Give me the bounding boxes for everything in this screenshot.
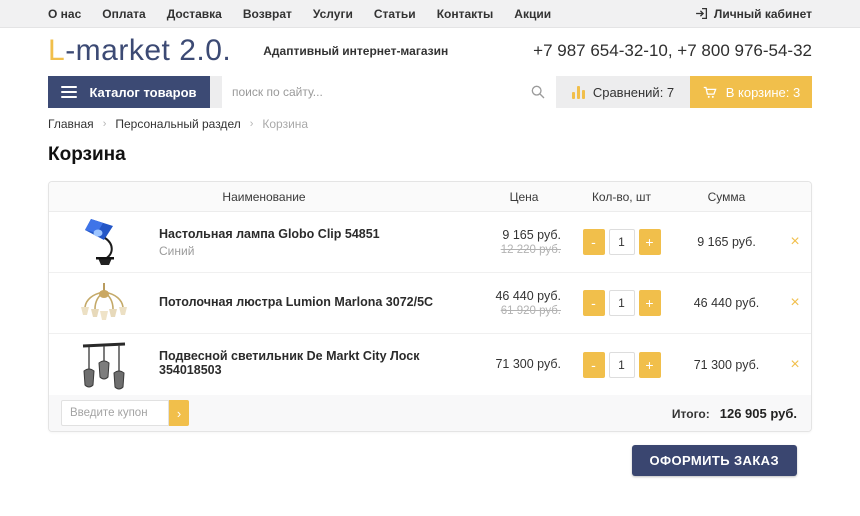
coupon-submit-button[interactable]: › (169, 400, 189, 426)
site-header: L-market 2.0. Адаптивный интернет-магази… (0, 28, 860, 74)
product-image-desk-lamp[interactable] (49, 217, 159, 267)
qty-increase-button[interactable]: + (639, 352, 661, 378)
site-tagline: Адаптивный интернет-магазин (263, 44, 448, 58)
coupon-input[interactable] (61, 400, 169, 426)
item-price: 71 300 руб. (479, 357, 561, 371)
remove-item-button[interactable]: × (790, 356, 799, 374)
login-icon (695, 7, 708, 20)
topnav-link-services[interactable]: Услуги (313, 7, 353, 21)
bar-chart-icon (572, 85, 585, 99)
topbar: О нас Оплата Доставка Возврат Услуги Ста… (0, 0, 860, 28)
page-title: Корзина (48, 144, 812, 166)
product-name-link[interactable]: Подвесной светильник De Markt City Лоск … (159, 349, 479, 377)
breadcrumb-current: Корзина (262, 117, 308, 131)
checkout-button[interactable]: ОФОРМИТЬ ЗАКАЗ (632, 445, 798, 476)
compare-count-label: Сравнений: 7 (593, 85, 674, 100)
column-header-name: Наименование (49, 190, 479, 204)
cart-footer: › Итого: 126 905 руб. (49, 395, 811, 431)
topnav-link-contacts[interactable]: Контакты (437, 7, 494, 21)
breadcrumb-separator: › (250, 118, 254, 130)
item-sum: 9 165 руб. (674, 235, 779, 249)
cart-item-row: Потолочная люстра Lumion Marlona 3072/5C… (49, 273, 811, 334)
product-image-chandelier[interactable] (49, 282, 159, 324)
breadcrumb-home[interactable]: Главная (48, 117, 94, 131)
catalog-button[interactable]: Каталог товаров (48, 76, 210, 108)
compare-link[interactable]: Сравнений: 7 (572, 85, 674, 100)
logo-text: -market 2.0. (65, 34, 231, 67)
cart-total: Итого: 126 905 руб. (672, 406, 799, 421)
item-price: 9 165 руб. (479, 228, 561, 242)
product-name-link[interactable]: Потолочная люстра Lumion Marlona 3072/5C (159, 295, 479, 309)
qty-input[interactable] (609, 352, 635, 378)
cart-table: Наименование Цена Кол-во, шт Сумма Насто… (48, 181, 812, 432)
topnav-link-delivery[interactable]: Доставка (167, 7, 222, 21)
item-price: 46 440 руб. (479, 289, 561, 303)
personal-account-label: Личный кабинет (714, 7, 812, 21)
total-value: 126 905 руб. (720, 406, 797, 421)
breadcrumb: Главная › Персональный раздел › Корзина (48, 117, 812, 131)
cart-item-row: Подвесной светильник De Markt City Лоск … (49, 334, 811, 395)
qty-increase-button[interactable]: + (639, 290, 661, 316)
breadcrumb-separator: › (103, 118, 107, 130)
search-input[interactable] (232, 85, 530, 99)
qty-input[interactable] (609, 290, 635, 316)
logo[interactable]: L-market 2.0. (48, 34, 231, 68)
column-header-sum: Сумма (674, 190, 779, 204)
qty-decrease-button[interactable]: - (583, 290, 605, 316)
qty-input[interactable] (609, 229, 635, 255)
item-sum: 46 440 руб. (674, 296, 779, 310)
topnav-link-returns[interactable]: Возврат (243, 7, 292, 21)
cart-button[interactable]: В корзине: 3 (690, 76, 812, 108)
product-variant: Синий (159, 244, 479, 258)
hamburger-icon (61, 86, 77, 98)
topnav-link-payment[interactable]: Оплата (102, 7, 145, 21)
column-header-price: Цена (479, 190, 569, 204)
item-old-price: 61 920 руб. (479, 305, 561, 317)
search-icon[interactable] (530, 84, 546, 100)
remove-item-button[interactable]: × (790, 233, 799, 251)
top-navigation: О нас Оплата Доставка Возврат Услуги Ста… (48, 7, 551, 21)
qty-decrease-button[interactable]: - (583, 229, 605, 255)
total-label: Итого: (672, 407, 710, 421)
column-header-qty: Кол-во, шт (569, 190, 674, 204)
checkout-row: ОФОРМИТЬ ЗАКАЗ (48, 445, 812, 476)
cart-button-label: В корзине: 3 (726, 85, 801, 100)
cart-table-header: Наименование Цена Кол-во, шт Сумма (49, 182, 811, 212)
personal-account-link[interactable]: Личный кабинет (695, 7, 812, 21)
product-image-pendant-light[interactable] (49, 339, 159, 391)
cart-item-row: Настольная лампа Globo Clip 54851 Синий … (49, 212, 811, 273)
breadcrumb-personal-section[interactable]: Персональный раздел (115, 117, 240, 131)
item-old-price: 12 220 руб. (479, 244, 561, 256)
topnav-link-about[interactable]: О нас (48, 7, 81, 21)
qty-increase-button[interactable]: + (639, 229, 661, 255)
item-sum: 71 300 руб. (674, 358, 779, 372)
cart-icon (702, 85, 718, 100)
menubar-strip: Сравнений: 7 В корзине: 3 (210, 76, 812, 108)
remove-item-button[interactable]: × (790, 294, 799, 312)
topnav-link-promos[interactable]: Акции (514, 7, 551, 21)
logo-accent: L (48, 34, 65, 67)
menubar: Каталог товаров Сравнений: 7 В корз (48, 76, 812, 108)
topnav-link-articles[interactable]: Статьи (374, 7, 416, 21)
qty-decrease-button[interactable]: - (583, 352, 605, 378)
product-name-link[interactable]: Настольная лампа Globo Clip 54851 (159, 227, 479, 241)
search-box (222, 76, 556, 108)
phone-numbers: +7 987 654-32-10, +7 800 976-54-32 (533, 41, 812, 61)
catalog-button-label: Каталог товаров (89, 85, 196, 100)
